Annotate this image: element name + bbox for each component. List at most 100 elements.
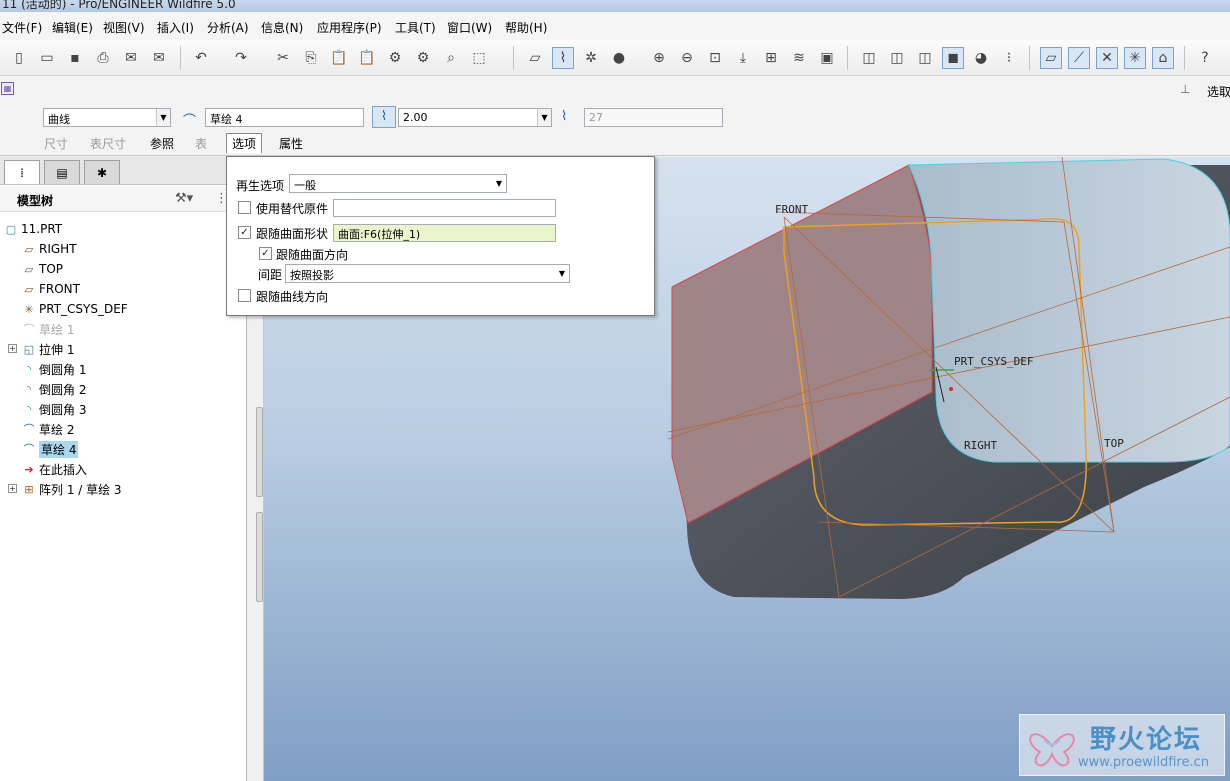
use-alt-checkbox[interactable] xyxy=(238,201,251,214)
tab-options[interactable]: 选项 xyxy=(226,133,263,153)
tree-node-round-1[interactable]: ◝ 倒圆角 1 xyxy=(22,360,87,378)
follow-surface-shape-field[interactable]: 曲面:F6(拉伸_1) xyxy=(333,224,556,242)
reorient-icon[interactable]: ⤓ xyxy=(732,47,754,69)
selection-box-icon[interactable]: ⬚ xyxy=(468,47,490,69)
copy-icon[interactable]: ⎘ xyxy=(300,47,322,69)
tree-node-csys[interactable]: ✳ PRT_CSYS_DEF xyxy=(22,300,127,318)
regenerate-icon[interactable]: ⚙ xyxy=(384,47,406,69)
send-mail-icon[interactable]: ✉ xyxy=(120,47,142,69)
spacing-type-icon[interactable]: ⌇ xyxy=(372,106,396,128)
wireframe-icon[interactable]: ◫ xyxy=(858,47,880,69)
tree-node-sketch-2[interactable]: ⌒ 草绘 2 xyxy=(22,420,75,438)
view-manager-icon[interactable]: ▣ xyxy=(816,47,838,69)
redo-icon[interactable]: ↷ xyxy=(230,47,252,69)
count-field[interactable]: 27 xyxy=(584,108,723,127)
open-folder-icon[interactable]: ▭ xyxy=(36,47,58,69)
tree-node-extrude-1[interactable]: ◱ 拉伸 1 xyxy=(22,340,75,358)
menu-window[interactable]: 窗口(W) xyxy=(447,19,492,36)
shaded-mode-icon[interactable]: ◼ xyxy=(942,47,964,69)
saved-views-icon[interactable]: ⊞ xyxy=(760,47,782,69)
tree-node-pattern-1[interactable]: ⊞ 阵列 1 / 草绘 3 xyxy=(22,480,121,498)
follow-surface-dir-checkbox[interactable]: ✓ xyxy=(259,247,272,260)
end-cap-face[interactable] xyxy=(908,158,1230,463)
tree-node-sketch-4[interactable]: ⌒ 草绘 4 xyxy=(22,440,79,458)
appearance-icon[interactable]: ◕ xyxy=(970,47,992,69)
sketch-view-icon[interactable]: ▱ xyxy=(524,47,546,69)
menu-tools[interactable]: 工具(T) xyxy=(395,19,436,36)
print-icon[interactable]: ⎙ xyxy=(92,47,114,69)
annotation-display-icon[interactable]: ⌂ xyxy=(1152,47,1174,69)
datum-axis-display-icon[interactable]: ⟋ xyxy=(1068,47,1090,69)
tree-node-sketch-1[interactable]: ⌒ 草绘 1 xyxy=(22,320,75,338)
curve-type-combo[interactable]: 曲线 ▼ xyxy=(43,108,171,127)
tree-node-round-2[interactable]: ◝ 倒圆角 2 xyxy=(22,380,87,398)
hidden-line-icon[interactable]: ◫ xyxy=(886,47,908,69)
menu-edit[interactable]: 编辑(E) xyxy=(52,19,93,36)
folder-browser-tab-icon[interactable]: ▤ xyxy=(44,160,80,184)
menu-help[interactable]: 帮助(H) xyxy=(505,19,547,36)
tree-node-insert-here[interactable]: ➔ 在此插入 xyxy=(22,460,87,478)
sketch-field-value: 草绘 4 xyxy=(210,113,243,126)
regen-manager-icon[interactable]: ⚙ xyxy=(412,47,434,69)
tree-node-front[interactable]: ▱ FRONT xyxy=(22,280,80,298)
use-alt-field[interactable] xyxy=(333,199,556,217)
chevron-down-icon[interactable]: ▼ xyxy=(156,109,170,126)
menu-insert[interactable]: 插入(I) xyxy=(157,19,194,36)
cut-icon[interactable]: ✂ xyxy=(272,47,294,69)
select-label[interactable]: 选取 xyxy=(1207,83,1230,100)
datum-point-display-icon[interactable]: ✕ xyxy=(1096,47,1118,69)
tab-table-dimensions[interactable]: 表尺寸 xyxy=(90,135,126,152)
splitter-grip[interactable] xyxy=(256,407,263,497)
tree-node-round-3[interactable]: ◝ 倒圆角 3 xyxy=(22,400,87,418)
paste-icon[interactable]: 📋 xyxy=(328,47,350,69)
menu-analysis[interactable]: 分析(A) xyxy=(207,19,249,36)
refit-icon[interactable]: ⊡ xyxy=(704,47,726,69)
tree-settings-icon[interactable]: ⚒▾ xyxy=(175,191,193,206)
tree-node-top[interactable]: ▱ TOP xyxy=(22,260,63,278)
chevron-down-icon[interactable]: ▼ xyxy=(537,109,551,126)
splitter-grip[interactable] xyxy=(256,512,263,602)
tab-table[interactable]: 表 xyxy=(195,135,207,152)
spacing-combo[interactable]: 按照投影 ▼ xyxy=(285,264,570,283)
sketch-select-field[interactable]: 草绘 4 xyxy=(205,108,364,127)
datum-curve-icon[interactable]: ⌇ xyxy=(552,47,574,69)
layers-icon[interactable]: ≋ xyxy=(788,47,810,69)
menu-info[interactable]: 信息(N) xyxy=(261,19,303,36)
follow-surface-shape-checkbox[interactable]: ✓ xyxy=(238,226,251,239)
tree-node-right[interactable]: ▱ RIGHT xyxy=(22,240,77,258)
menu-file[interactable]: 文件(F) xyxy=(2,19,42,36)
spin-center-icon[interactable]: ✲ xyxy=(580,47,602,69)
menu-applications[interactable]: 应用程序(P) xyxy=(317,19,382,36)
context-help-icon[interactable]: ? xyxy=(1194,47,1216,69)
model-tree-tab-icon[interactable]: ⁞ xyxy=(4,160,40,184)
zoom-out-icon[interactable]: ⊖ xyxy=(676,47,698,69)
model-display-icon[interactable]: ⁝ xyxy=(998,47,1020,69)
find-icon[interactable]: ⌕ xyxy=(440,47,462,69)
toolbar-separator xyxy=(1184,46,1185,70)
tab-dimensions[interactable]: 尺寸 xyxy=(44,135,68,152)
new-file-icon[interactable]: ▯ xyxy=(8,47,30,69)
follow-curve-dir-checkbox[interactable] xyxy=(238,289,251,302)
undo-icon[interactable]: ↶ xyxy=(190,47,212,69)
tab-properties[interactable]: 属性 xyxy=(279,135,303,152)
dashboard-grid-icon[interactable]: ▦ xyxy=(1,82,14,95)
csys-display-icon[interactable]: ✳ xyxy=(1124,47,1146,69)
regen-option-combo[interactable]: 一般 ▼ xyxy=(289,174,507,193)
chevron-down-icon[interactable]: ▼ xyxy=(492,175,506,192)
shading-icon[interactable]: ● xyxy=(608,47,630,69)
chevron-down-icon[interactable]: ▼ xyxy=(555,265,569,282)
paste-special-icon[interactable]: 📋 xyxy=(356,47,378,69)
save-icon[interactable]: ▪ xyxy=(64,47,86,69)
tab-references[interactable]: 参照 xyxy=(150,135,174,152)
expand-icon[interactable]: + xyxy=(8,484,17,493)
favorites-tab-icon[interactable]: ✱ xyxy=(84,160,120,184)
menu-view[interactable]: 视图(V) xyxy=(103,19,145,36)
zoom-in-icon[interactable]: ⊕ xyxy=(648,47,670,69)
expand-icon[interactable]: + xyxy=(8,344,17,353)
regen-option-label: 再生选项 xyxy=(236,179,285,193)
spacing-value-combo[interactable]: 2.00 ▼ xyxy=(398,108,552,127)
tree-node-part[interactable]: ▢ 11.PRT xyxy=(4,220,62,238)
no-hidden-icon[interactable]: ◫ xyxy=(914,47,936,69)
send-mail-attach-icon[interactable]: ✉ xyxy=(148,47,170,69)
datum-plane-display-icon[interactable]: ▱ xyxy=(1040,47,1062,69)
